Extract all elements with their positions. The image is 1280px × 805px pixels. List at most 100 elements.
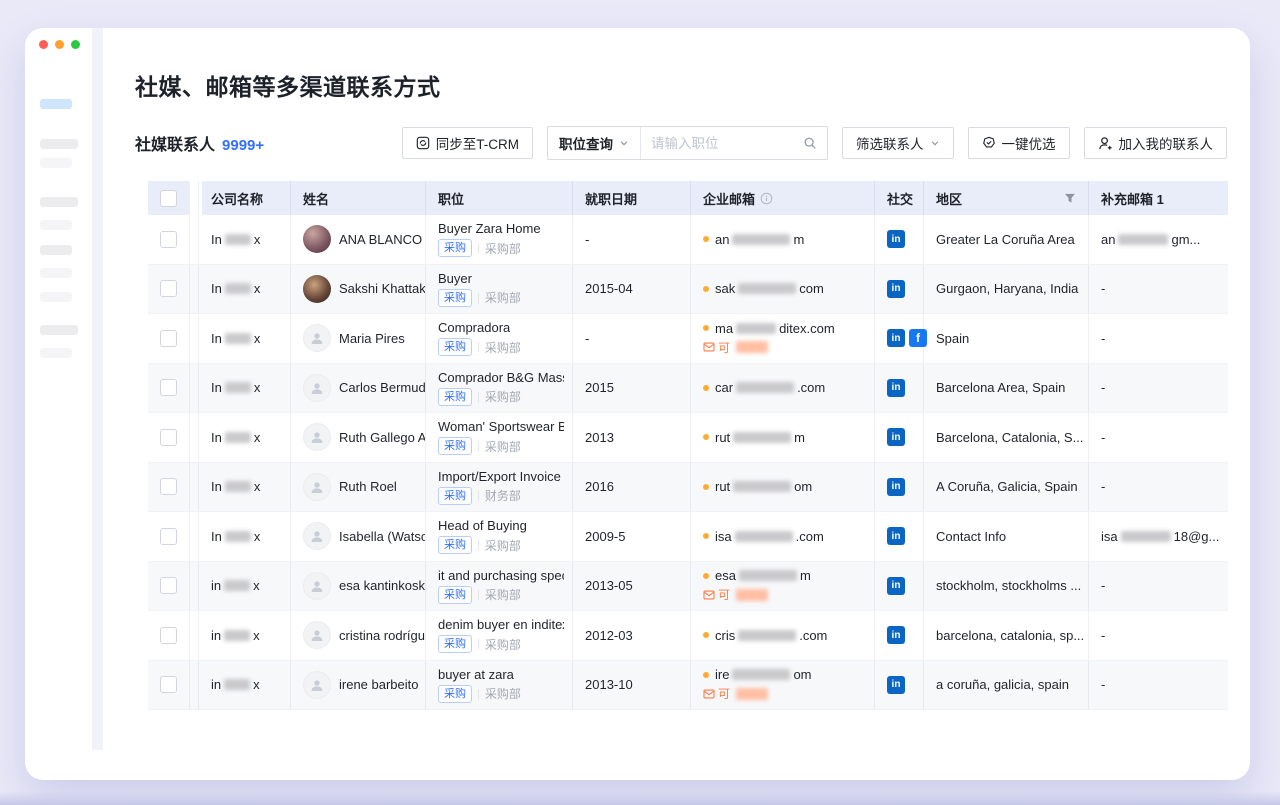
search-icon[interactable] — [803, 136, 827, 150]
row-checkbox[interactable] — [160, 627, 177, 644]
row-checkbox[interactable] — [160, 231, 177, 248]
sidebar-skeleton-bar — [40, 268, 72, 278]
avatar-placeholder-icon — [303, 473, 331, 501]
column-header-start-date: 就职日期 — [572, 181, 690, 215]
company-cell: Inx — [198, 512, 290, 561]
social-cell: in — [874, 611, 923, 660]
toolbar: 社媒联系人 9999+ 同步至T-CRM 职位查询 — [135, 126, 1250, 160]
redacted-text — [736, 382, 794, 393]
department-label: 财务部 — [485, 487, 521, 504]
page-background: 社媒、邮箱等多渠道联系方式 社媒联系人 9999+ 同步至T-CRM — [0, 0, 1280, 805]
region-cell: Barcelona Area, Spain — [923, 364, 1088, 413]
sync-to-crm-button[interactable]: 同步至T-CRM — [402, 127, 533, 159]
row-checkbox-cell — [148, 413, 189, 462]
name-cell: Carlos Bermudo Cr... — [290, 364, 425, 413]
row-checkbox[interactable] — [160, 528, 177, 545]
role-tag: 采购 — [438, 437, 472, 455]
position-search-input[interactable] — [641, 136, 803, 151]
select-all-checkbox[interactable] — [160, 190, 177, 207]
position-title: Compradora — [438, 320, 510, 335]
redacted-text — [736, 688, 768, 700]
table-row: InxSakshi KhattakBuyer采购|采购部2015-04sakco… — [148, 265, 1228, 315]
row-checkbox[interactable] — [160, 330, 177, 347]
linkedin-icon[interactable]: in — [887, 428, 905, 446]
email-status-dot — [703, 434, 709, 440]
email-cell: anm — [690, 215, 874, 264]
sidebar-skeleton-bar — [40, 139, 78, 149]
row-checkbox[interactable] — [160, 280, 177, 297]
region-cell: barcelona, catalonia, sp... — [923, 611, 1088, 660]
extra-email-value: - — [1101, 430, 1105, 445]
extra-email-cell: - — [1088, 661, 1228, 710]
one-click-select-button[interactable]: 一键优选 — [968, 127, 1070, 159]
column-header-label: 就职日期 — [585, 189, 637, 208]
linkedin-icon[interactable]: in — [887, 379, 905, 397]
linkedin-icon[interactable]: in — [887, 626, 905, 644]
add-to-contacts-button[interactable]: 加入我的联系人 — [1084, 127, 1228, 159]
row-checkbox-cell — [148, 512, 189, 561]
sidebar-skeleton-bar — [40, 197, 78, 207]
email-cell: rutom — [690, 463, 874, 512]
position-title: Comprador B&G Massi... — [438, 370, 564, 385]
contact-name: esa kantinkoski — [339, 578, 425, 593]
extra-email-value: - — [1101, 628, 1105, 643]
position-title: it and purchasing speci... — [438, 568, 564, 583]
column-header-label: 姓名 — [303, 189, 329, 208]
linkedin-icon[interactable]: in — [887, 478, 905, 496]
table-row: InxMaria PiresCompradora采购|采购部-maditex.c… — [148, 314, 1228, 364]
column-header-region: 地区 — [923, 181, 1088, 215]
info-icon[interactable] — [760, 192, 773, 205]
position-cell: Buyer采购|采购部 — [425, 265, 572, 314]
linkedin-icon[interactable]: in — [887, 676, 905, 694]
toolbar-actions: 同步至T-CRM 职位查询 — [402, 126, 1227, 160]
optimize-label: 一键优选 — [1002, 133, 1056, 153]
linkedin-icon[interactable]: in — [887, 280, 905, 298]
row-checkbox-cell — [148, 265, 189, 314]
envelope-icon — [703, 590, 715, 600]
name-cell: Ruth Roel — [290, 463, 425, 512]
position-title: buyer at zara — [438, 667, 514, 682]
filter-contacts-button[interactable]: 筛选联系人 — [842, 127, 954, 159]
deliverable-label: 可 — [718, 685, 730, 702]
redacted-text — [736, 589, 768, 601]
region-cell: a coruña, galicia, spain — [923, 661, 1088, 710]
position-cell: it and purchasing speci...采购|采购部 — [425, 562, 572, 611]
row-checkbox[interactable] — [160, 379, 177, 396]
linkedin-icon[interactable]: in — [887, 527, 905, 545]
redacted-text — [739, 570, 797, 581]
region-cell: Spain — [923, 314, 1088, 363]
row-checkbox[interactable] — [160, 429, 177, 446]
row-checkbox-cell — [148, 611, 189, 660]
row-checkbox[interactable] — [160, 676, 177, 693]
role-tag: 采购 — [438, 586, 472, 604]
table-row: InxRuth RoelImport/Export Invoice采购|财务部2… — [148, 463, 1228, 513]
email-status-dot — [703, 286, 709, 292]
region-cell: stockholm, stockholms ... — [923, 562, 1088, 611]
position-title: denim buyer en inditex — [438, 617, 564, 632]
avatar-placeholder-icon — [303, 374, 331, 402]
linkedin-icon[interactable]: in — [887, 230, 905, 248]
position-cell: Woman' Sportswear Bu...采购|采购部 — [425, 413, 572, 462]
name-cell: irene barbeito — [290, 661, 425, 710]
linkedin-icon[interactable]: in — [887, 577, 905, 595]
row-checkbox[interactable] — [160, 577, 177, 594]
sidebar-item-active[interactable] — [40, 99, 72, 109]
extra-email-value: - — [1101, 578, 1105, 593]
column-header-company: 公司名称 — [198, 181, 290, 215]
position-title: Buyer — [438, 271, 472, 286]
redacted-text — [1118, 234, 1168, 245]
name-cell: esa kantinkoski — [290, 562, 425, 611]
redacted-text — [738, 283, 796, 294]
filter-funnel-icon[interactable] — [1064, 192, 1076, 204]
extra-email-cell: - — [1088, 314, 1228, 363]
department-label: 采购部 — [485, 240, 521, 257]
company-cell: Inx — [198, 413, 290, 462]
position-query-dropdown[interactable]: 职位查询 — [548, 127, 641, 159]
avatar-placeholder-icon — [303, 671, 331, 699]
role-tag: 采购 — [438, 289, 472, 307]
redacted-text — [736, 323, 776, 334]
start-date-cell: 2013 — [572, 413, 690, 462]
deliverable-label: 可 — [718, 339, 730, 356]
linkedin-icon[interactable]: in — [887, 329, 905, 347]
row-checkbox[interactable] — [160, 478, 177, 495]
